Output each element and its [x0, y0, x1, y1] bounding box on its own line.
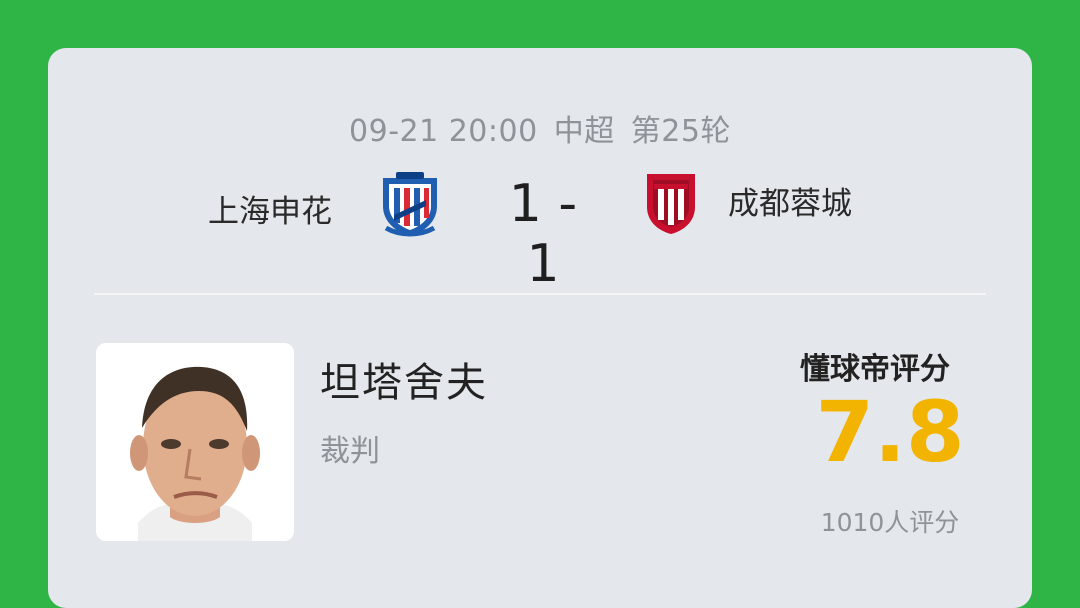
rating-value: 7.8 — [815, 383, 965, 481]
match-score[interactable]: 1 - 1 — [488, 174, 598, 294]
chengdu-rongcheng-crest-icon[interactable] — [644, 170, 698, 236]
match-rating-card[interactable]: 09-21 20:00 中超 第25轮 上海申花 1 - 1 成都蓉城 坦塔舍夫… — [48, 48, 1032, 608]
match-round: 第25轮 — [630, 114, 731, 149]
match-meta: 09-21 20:00 中超 第25轮 — [48, 106, 1032, 150]
rating-label: 懂球帝评分 — [800, 352, 950, 387]
match-datetime: 09-21 20:00 — [349, 114, 538, 149]
shanghai-shenhua-crest-icon[interactable] — [378, 170, 442, 238]
referee-name[interactable]: 坦塔舍夫 — [320, 350, 488, 408]
referee-role: 裁判 — [320, 434, 380, 469]
referee-avatar — [96, 343, 294, 541]
away-team-name[interactable]: 成都蓉城 — [728, 178, 852, 223]
rating-count: 1010人评分 — [820, 508, 960, 537]
section-divider — [94, 293, 986, 295]
home-team-name[interactable]: 上海申花 — [208, 186, 332, 231]
match-league: 中超 — [553, 114, 615, 149]
